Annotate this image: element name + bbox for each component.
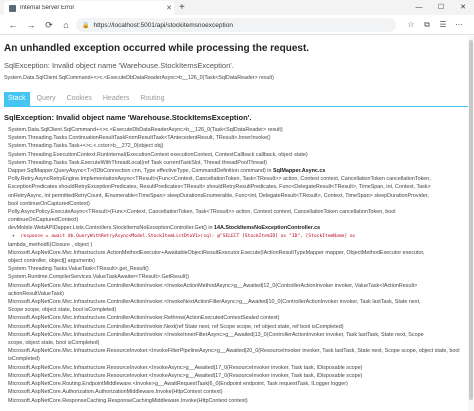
scrollbar-thumb[interactable] <box>469 40 473 400</box>
stack-frame: Microsoft.AspNetCore.Mvc.Infrastructure.… <box>8 282 418 289</box>
stack-frame: Microsoft.AspNetCore.Mvc.Infrastructure.… <box>8 249 425 256</box>
stack-frame: ExceptionPredicates shouldRetryException… <box>8 184 431 191</box>
stack-frame: Microsoft.AspNetCore.Routing.EndpointMid… <box>8 381 348 388</box>
stack-frame: isCompleted) <box>8 356 40 363</box>
stack-frame: actionResultValueTask) <box>8 290 64 297</box>
url-text: https://localhost:5001/api/stockitemsnoe… <box>93 21 233 29</box>
expand-source-button[interactable]: + <box>12 234 15 239</box>
stack-frame: System.Runtime.CompilerServices.ValueTas… <box>8 274 190 281</box>
stack-frame: Polly.Retry.AsyncRetryEngine.Implementat… <box>8 176 431 183</box>
forward-icon[interactable]: → <box>24 18 38 32</box>
frame-file: 14A.StockItemsNoExceptionController.cs <box>214 225 321 232</box>
close-window-icon[interactable]: ✕ <box>452 0 474 15</box>
address-bar: ← → ⟳ ⌂ 🔒 https://localhost:5001/api/sto… <box>0 15 474 35</box>
menu-icon[interactable]: ☰ <box>436 18 450 32</box>
maximize-icon[interactable]: ☐ <box>430 0 452 15</box>
stack-frame: continueOnCapturedContext) <box>8 217 79 224</box>
stack-frame: System.Threading.ExecutionContext.RunInt… <box>8 151 308 158</box>
stack-frame: object controller, object[] arguments) <box>8 258 95 265</box>
stack-frame: Microsoft.AspNetCore.Mvc.Infrastructure.… <box>8 315 280 322</box>
more-icon[interactable]: ⋯ <box>452 18 466 32</box>
tab-divider <box>4 106 468 107</box>
stack-frame: Scope scope, object state, bool isComple… <box>8 307 117 314</box>
stack-frame: System.Threading.Tasks.Task+<>c.<.cctor>… <box>8 143 164 150</box>
browser-titlebar: Internal Server Error ✕ + — ☐ ✕ <box>0 0 474 15</box>
error-page: An unhandled exception occurred while pr… <box>0 36 474 411</box>
stack-frame: Microsoft.AspNetCore.Mvc.Infrastructure.… <box>8 364 363 371</box>
collections-icon[interactable]: ⧉ <box>420 18 434 32</box>
page-title: An unhandled exception occurred while pr… <box>4 43 310 54</box>
stack-frame: Microsoft.AspNetCore.Authorization.Autho… <box>8 389 223 396</box>
stack-frame: System.Threading.Tasks.ValueTask<TResult… <box>8 266 149 273</box>
lock-icon: 🔒 <box>82 22 90 29</box>
frame-file: SqlMapper.Async.cs <box>272 168 326 175</box>
reload-icon[interactable]: ⟳ <box>42 18 56 32</box>
stack-frame: Microsoft.AspNetCore.Mvc.Infrastructure.… <box>8 372 363 379</box>
back-icon[interactable]: ← <box>6 18 20 32</box>
stack-frame-controller[interactable]: devMobile.WebAPIDapper.Lists.Controllers… <box>4 224 470 232</box>
stack-frame: Microsoft.AspNetCore.Mvc.Infrastructure.… <box>8 331 424 338</box>
stack-frame: onRetryAsync, int permittedRetryCount, I… <box>8 192 429 199</box>
error-tabs: Stack Query Cookies Headers Routing <box>4 92 470 106</box>
favorite-icon[interactable]: ☆ <box>404 18 418 32</box>
page-favicon-icon <box>9 4 16 12</box>
stack-frame-dapper[interactable]: Dapper.SqlMapper.QueryAsync<T>(IDbConnec… <box>4 167 470 175</box>
stack-frame: System.Data.SqlClient.SqlCommand+<>c.<Ex… <box>8 127 283 133</box>
stack-frame: Microsoft.AspNetCore.ResponseCaching.Res… <box>8 397 248 404</box>
url-input[interactable]: 🔒 https://localhost:5001/api/stockitemsn… <box>76 18 396 32</box>
exception-title: SqlException: Invalid object name 'Wareh… <box>4 113 252 122</box>
stack-frame: scope, object state, bool isCompleted) <box>8 340 100 347</box>
frame-text: Dapper.SqlMapper.QueryAsync<T>(IDbConnec… <box>8 168 273 175</box>
tab-headers[interactable]: Headers <box>98 92 134 106</box>
tab-query[interactable]: Query <box>32 92 60 106</box>
stack-frame: Microsoft.AspNetCore.Mvc.Infrastructure.… <box>8 299 421 306</box>
frame-text: devMobile.WebAPIDapper.Lists.Controllers… <box>8 225 215 232</box>
stack-frame: lambda_method6(Closure , object ) <box>8 241 93 248</box>
stack-frame: Microsoft.AspNetCore.Mvc.Infrastructure.… <box>8 348 460 355</box>
stack-frame: bool continueOnCapturedContext) <box>8 200 90 207</box>
stack-frame: Polly.AsyncPolicy.ExecuteAsync<TResult>(… <box>8 209 396 216</box>
minimize-icon[interactable]: — <box>408 0 430 15</box>
source-code-text: response = await db.QueryWithRetryAsync<… <box>20 233 356 239</box>
exception-subtitle: SqlException: Invalid object name 'Wareh… <box>4 61 234 70</box>
tab-cookies[interactable]: Cookies <box>62 92 96 106</box>
stack-frame: Microsoft.AspNetCore.Mvc.Infrastructure.… <box>8 323 344 330</box>
stack-frame: System.Threading.Tasks.ContinuationResul… <box>8 135 271 142</box>
tab-title: Internal Server Error <box>20 5 75 11</box>
tab-close-icon[interactable]: ✕ <box>164 4 174 12</box>
home-icon[interactable]: ⌂ <box>59 18 73 32</box>
new-tab-icon[interactable]: + <box>179 1 185 14</box>
tab-routing[interactable]: Routing <box>136 92 169 106</box>
stack-trace: System.Data.SqlClient.SqlCommand+<>c.<Ex… <box>4 126 470 405</box>
stack-frame: System.Threading.Tasks.Task.ExecuteWithT… <box>8 159 267 166</box>
source-code-line: + response = await db.QueryWithRetryAsync… <box>4 233 470 241</box>
exception-location: System.Data.SqlClient.SqlCommand+<>c.<Ex… <box>4 75 274 81</box>
browser-tab[interactable]: Internal Server Error ✕ <box>4 1 174 15</box>
tab-stack[interactable]: Stack <box>4 92 30 106</box>
